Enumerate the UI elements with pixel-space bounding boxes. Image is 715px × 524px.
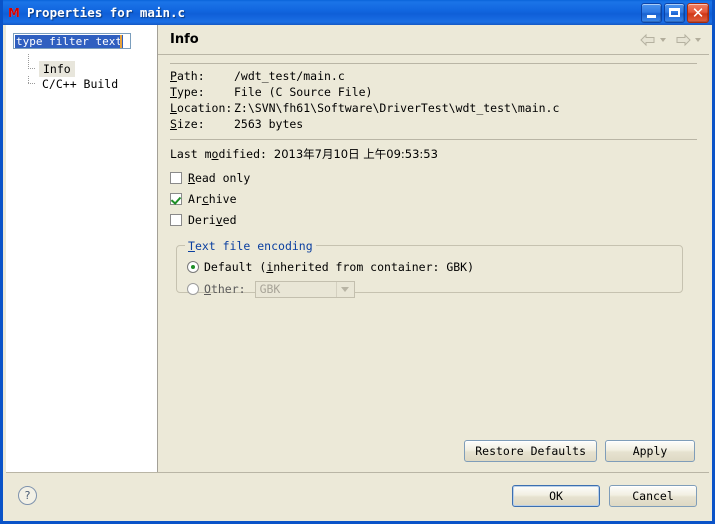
archive-checkbox[interactable] [170,193,182,205]
derived-label: Derived [188,213,237,227]
group-title: Text file encoding [185,239,316,253]
title-bar[interactable]: M Properties for main.c ✕ [3,0,712,25]
tree-item-label: Info [39,60,75,77]
apply-button[interactable]: Apply [605,440,695,462]
radio-row-default[interactable]: Default (inherited from container: GBK) [187,258,672,276]
apply-label: Apply [632,444,668,458]
chevron-down-icon [660,37,666,42]
window-title: Properties for main.c [27,5,186,20]
encoding-combo[interactable]: GBK [254,280,355,298]
info-page: Info Path: /wdt_test/main.c Type: File (… [158,25,709,474]
close-button[interactable]: ✕ [687,2,709,23]
encoding-combo-value: GBK [259,282,281,296]
default-encoding-radio[interactable] [187,261,199,273]
arrow-left-icon [640,33,655,46]
property-row-type: Type: File (C Source File) [170,85,559,101]
property-label: Type: [170,85,205,99]
property-value: 2563 bytes [234,117,304,131]
help-glyph: ? [24,489,31,502]
filter-input-value: type filter text [15,35,123,48]
checkbox-row-derived[interactable]: Derived [170,211,697,229]
derived-checkbox[interactable] [170,214,182,226]
ok-button[interactable]: OK [512,484,600,507]
arrow-right-icon [676,33,691,46]
restore-defaults-label: Restore Defaults [475,444,586,458]
property-row-size: Size: 2563 bytes [170,117,559,133]
maximize-button[interactable] [664,2,685,23]
text-file-encoding-group: Text file encoding Default (inherited fr… [176,239,683,298]
default-encoding-label: Default (inherited from container: GBK) [204,260,475,274]
tree-item-cpp-build[interactable]: C/C++ Build [12,76,151,91]
property-label: Location: [170,101,233,115]
property-label: Path: [170,69,205,83]
archive-label: Archive [188,192,237,206]
property-value: /wdt_test/main.c [234,69,345,83]
tree-connector-icon [28,76,38,91]
dialog-button-bar: ? OK Cancel [6,472,709,518]
property-value: File (C Source File) [234,85,373,99]
property-row-path: Path: /wdt_test/main.c [170,69,559,85]
separator-middle [170,139,697,140]
page-title: Info [170,32,199,47]
other-encoding-radio[interactable] [187,283,199,295]
read-only-checkbox[interactable] [170,172,182,184]
app-icon: M [8,5,20,20]
page-header: Info [158,25,709,55]
file-properties-table: Path: /wdt_test/main.c Type: File (C Sou… [170,69,559,133]
filter-input[interactable]: type filter text [13,33,131,49]
forward-button[interactable] [674,33,701,47]
other-encoding-label: Other: [204,282,246,296]
info-content: Path: /wdt_test/main.c Type: File (C Sou… [158,55,709,298]
restore-defaults-button[interactable]: Restore Defaults [464,440,597,462]
tree-item-info[interactable]: Info [12,54,151,77]
chevron-down-icon [695,37,701,42]
checkbox-row-read-only[interactable]: Read only [170,169,697,187]
help-icon[interactable]: ? [18,486,37,505]
cancel-button[interactable]: Cancel [609,484,697,507]
radio-row-other[interactable]: Other: GBK [187,280,672,298]
page-button-bar: Restore Defaults Apply [464,440,695,462]
separator-top [170,63,697,64]
properties-dialog: M Properties for main.c ✕ type filter te… [0,0,715,524]
read-only-label: Read only [188,171,251,185]
combo-arrow-button[interactable] [335,281,354,297]
back-button[interactable] [639,33,666,47]
property-row-location: Location: Z:\SVN\fh61\Software\DriverTes… [170,101,559,117]
last-modified-label: Last modified: [170,147,274,161]
tree-connector-icon [28,54,38,76]
dialog-body: type filter text Info C/C++ Build Info P… [6,25,709,474]
settings-tree: Info C/C++ Build [12,54,151,91]
last-modified-value: 2013年7月10日 上午09:53:53 [273,147,438,161]
minimize-button[interactable] [641,2,662,23]
ok-label: OK [549,488,563,503]
property-label: Size: [170,117,205,131]
cancel-label: Cancel [632,488,674,503]
checkbox-row-archive[interactable]: Archive [170,190,697,208]
window-controls: ✕ [641,2,710,23]
text-caret [120,35,122,48]
chevron-down-icon [341,286,350,292]
last-modified-row: Last modified: 2013年7月10日 上午09:53:53 [170,146,697,162]
property-value: Z:\SVN\fh61\Software\DriverTest\wdt_test… [234,101,560,115]
tree-item-label: C/C++ Build [42,76,119,91]
footer-buttons: OK Cancel [512,484,697,507]
settings-tree-panel: type filter text Info C/C++ Build [6,25,158,474]
